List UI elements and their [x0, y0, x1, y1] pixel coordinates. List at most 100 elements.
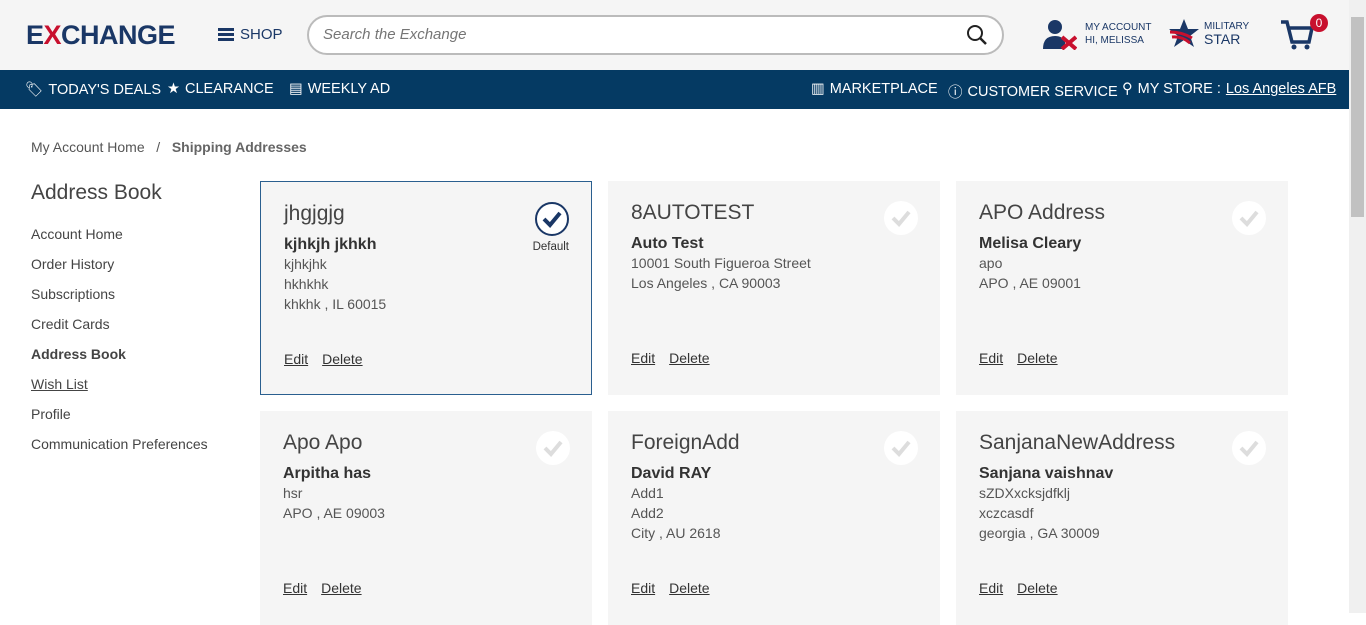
my-store-link[interactable]: Los Angeles AFB — [1226, 81, 1336, 97]
set-default-check-icon[interactable] — [884, 201, 918, 235]
edit-address-link[interactable]: Edit — [979, 580, 1003, 596]
breadcrumb-home[interactable]: My Account Home — [31, 139, 145, 155]
shop-label: SHOP — [240, 26, 283, 43]
delete-address-link[interactable]: Delete — [321, 580, 361, 596]
edit-address-link[interactable]: Edit — [631, 580, 655, 596]
recipient-name: Auto Test — [631, 235, 704, 252]
address-nickname: jhgjgjg — [284, 202, 345, 225]
edit-address-link[interactable]: Edit — [284, 351, 308, 367]
default-check-icon[interactable] — [535, 202, 569, 236]
address-nickname: APO Address — [979, 201, 1106, 224]
edit-address-link[interactable]: Edit — [283, 580, 307, 596]
address-line: hkhkhk — [284, 276, 329, 292]
default-label: Default — [532, 241, 569, 253]
address-line: City , AU 2618 — [631, 525, 721, 541]
search-icon[interactable] — [966, 24, 988, 46]
star-label: STAR — [1204, 31, 1241, 47]
address-nickname: Apo Apo — [283, 431, 363, 454]
nav-label: MY STORE : — [1137, 81, 1221, 97]
address-card: SanjanaNewAddress Sanjana vaishnav sZDXxck… — [956, 411, 1288, 625]
address-card: jhgjgjg kjhkjh jkhkh kjhkjhk hkhkhk khkhk , … — [260, 181, 592, 395]
sidebar-title: Address Book — [31, 181, 162, 204]
cart-icon[interactable] — [1280, 14, 1314, 50]
nav-label: MARKETPLACE — [829, 81, 938, 97]
sidebar-item-address-book[interactable]: Address Book — [31, 346, 208, 376]
account-greeting: HI, MELISSA — [1085, 35, 1144, 46]
header: EXCHANGE SHOP MY ACCOUNT HI, MELISSA MILI… — [0, 0, 1349, 70]
address-nickname: ForeignAdd — [631, 431, 740, 454]
hamburger-icon — [218, 28, 234, 41]
main-nav: 🏷 TODAY'S DEALS ★ CLEARANCE ▤ WEEKLY AD ▥ MA… — [0, 70, 1349, 109]
address-nickname: SanjanaNewAddress — [979, 431, 1176, 454]
address-line: hsr — [283, 485, 303, 501]
address-line: kjhkjhk — [284, 256, 327, 272]
address-line: apo — [979, 255, 1003, 271]
nav-customer-service[interactable]: ⓘ CUSTOMER SERVICE — [948, 81, 1118, 102]
address-line: xczcasdf — [979, 505, 1034, 521]
edit-address-link[interactable]: Edit — [979, 350, 1003, 366]
sidebar-item-wish-list[interactable]: Wish List — [31, 376, 208, 406]
address-card: ForeignAdd David RAY Add1 Add2 City , AU 261… — [608, 411, 940, 625]
sidebar-item-credit-cards[interactable]: Credit Cards — [31, 316, 208, 346]
address-line: APO , AE 09003 — [283, 505, 385, 521]
recipient-name: David RAY — [631, 465, 712, 482]
nav-label: WEEKLY AD — [307, 81, 391, 97]
nav-weekly-ad[interactable]: ▤ WEEKLY AD — [289, 81, 390, 97]
sidebar-item-subscriptions[interactable]: Subscriptions — [31, 286, 208, 316]
recipient-name: Sanjana vaishnav — [979, 465, 1114, 482]
scrollbar-thumb[interactable] — [1351, 17, 1364, 217]
tag-icon: 🏷 — [25, 82, 44, 98]
address-card: 8AUTOTEST Auto Test 10001 South Figueroa S… — [608, 181, 940, 395]
address-line: APO , AE 09001 — [979, 275, 1081, 291]
location-pin-icon: ⚲ — [1122, 81, 1133, 97]
address-card: APO Address Melisa Cleary apo APO , AE 0900… — [956, 181, 1288, 395]
nav-marketplace[interactable]: ▥ MARKETPLACE — [811, 81, 938, 97]
set-default-check-icon[interactable] — [1232, 201, 1266, 235]
delete-address-link[interactable]: Delete — [1017, 580, 1057, 596]
recipient-name: kjhkjh jkhkh — [284, 236, 377, 253]
nav-todays-deals[interactable]: 🏷 TODAY'S DEALS — [25, 81, 162, 99]
set-default-check-icon[interactable] — [884, 431, 918, 465]
search-box — [307, 15, 1004, 55]
sidebar-item-order-history[interactable]: Order History — [31, 256, 208, 286]
sidebar-item-communication-preferences[interactable]: Communication Preferences — [31, 436, 208, 466]
shop-menu-button[interactable]: SHOP — [218, 26, 283, 43]
military-star-link[interactable]: MILITARY STAR — [1168, 18, 1249, 48]
delete-address-link[interactable]: Delete — [322, 351, 362, 367]
address-line: 10001 South Figueroa Street — [631, 255, 811, 271]
nav-label: CLEARANCE — [185, 81, 274, 97]
address-line: sZDXxcksjdfklj — [979, 485, 1071, 501]
search-input[interactable] — [323, 26, 943, 43]
cart-count-badge: 0 — [1310, 14, 1328, 32]
edit-address-link[interactable]: Edit — [631, 350, 655, 366]
set-default-check-icon[interactable] — [1232, 431, 1266, 465]
recipient-name: Melisa Cleary — [979, 235, 1082, 252]
recipient-name: Arpitha has — [283, 465, 372, 482]
address-card: Apo Apo Arpitha has hsr APO , AE 09003 Edit D… — [260, 411, 592, 625]
delete-address-link[interactable]: Delete — [669, 580, 709, 596]
delete-address-link[interactable]: Delete — [1017, 350, 1057, 366]
exchange-logo[interactable]: EXCHANGE — [26, 20, 176, 51]
my-account-link[interactable]: MY ACCOUNT HI, MELISSA — [1043, 18, 1152, 50]
address-nickname: 8AUTOTEST — [631, 201, 755, 224]
nav-label: TODAY'S DEALS — [48, 81, 162, 98]
sidebar-item-profile[interactable]: Profile — [31, 406, 208, 436]
breadcrumb-current: Shipping Addresses — [171, 139, 307, 155]
military-star-icon — [1169, 19, 1199, 47]
user-icon — [1043, 20, 1077, 50]
delete-address-link[interactable]: Delete — [669, 350, 709, 366]
address-line: Add2 — [631, 505, 664, 521]
set-default-check-icon[interactable] — [536, 431, 570, 465]
account-label: MY ACCOUNT — [1085, 22, 1152, 33]
nav-label: CUSTOMER SERVICE — [967, 83, 1118, 100]
address-line: georgia , GA 30009 — [979, 525, 1100, 541]
sidebar-item-account-home[interactable]: Account Home — [31, 226, 208, 256]
info-icon: ⓘ — [948, 85, 963, 101]
breadcrumb-separator: / — [156, 139, 161, 155]
nav-clearance[interactable]: ★ CLEARANCE — [167, 81, 274, 97]
store-icon: ▥ — [811, 81, 825, 97]
breadcrumb: My Account Home / Shipping Addresses — [31, 139, 307, 155]
address-line: Add1 — [631, 485, 664, 501]
newspaper-icon: ▤ — [289, 81, 303, 97]
nav-my-store[interactable]: ⚲ MY STORE : Los Angeles AFB — [1122, 81, 1336, 97]
